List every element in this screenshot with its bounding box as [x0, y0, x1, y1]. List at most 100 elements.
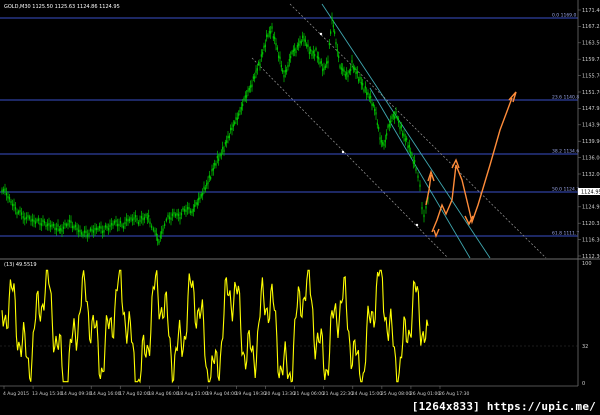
candle-body	[258, 61, 260, 65]
candle-body	[330, 31, 332, 34]
candle-body	[421, 206, 423, 210]
candle-body	[380, 140, 382, 143]
candle-body	[371, 103, 373, 106]
candle-body	[107, 227, 110, 231]
candle-body	[291, 51, 293, 54]
time-tick-label: 19 Aug 04:00	[206, 391, 236, 397]
candle-body	[191, 211, 193, 214]
candle-body	[324, 65, 326, 69]
candle-body	[124, 221, 126, 225]
candle-body	[306, 44, 308, 47]
candle-body	[127, 219, 129, 222]
candle-body	[152, 228, 154, 231]
price-tick-label: 1143.90	[582, 123, 600, 129]
candle-body	[350, 68, 352, 72]
candle-body	[227, 135, 229, 139]
candle-body	[275, 43, 277, 46]
candle-body	[419, 184, 421, 187]
candle-body	[256, 68, 258, 71]
candle-body	[402, 133, 404, 136]
chart-canvas[interactable]: GOLD,M30 1125.50 1125.63 1124.86 1124.95…	[0, 0, 600, 415]
time-axis: 4 Aug 2015 13 Aug 15:3014 Aug 09:3014 Aug…	[3, 386, 469, 397]
candle-body	[328, 42, 330, 46]
candle-body	[367, 92, 369, 95]
candle-body	[239, 109, 241, 113]
candle-body	[410, 151, 412, 154]
candle-body	[61, 229, 63, 232]
candle-body	[145, 214, 147, 217]
candle-body	[121, 224, 123, 227]
candle-body	[351, 60, 353, 63]
candle-body	[45, 224, 47, 228]
candle-body	[340, 67, 342, 70]
candle-body	[207, 181, 209, 184]
candle-body	[327, 60, 329, 64]
candle-body	[244, 95, 246, 98]
candle-body	[167, 214, 169, 218]
candle-body	[165, 218, 167, 222]
candle-body	[408, 144, 410, 148]
candle-body	[288, 58, 290, 62]
candle-body	[359, 76, 361, 80]
candle-body	[226, 140, 228, 143]
time-tick-label: 4 Aug 2015	[3, 391, 29, 397]
candle-body	[157, 238, 159, 241]
candle-body	[370, 95, 372, 99]
candle-body	[131, 218, 134, 222]
candle-body	[271, 26, 273, 29]
candle-body	[228, 135, 230, 138]
candle-body	[125, 218, 128, 221]
candle-body	[255, 70, 257, 73]
candle-body	[52, 223, 55, 227]
candle-body	[396, 116, 398, 120]
candle-body	[51, 224, 53, 227]
candle-body	[294, 48, 296, 51]
candle-body	[334, 31, 336, 34]
candle-body	[352, 67, 354, 70]
candle-body	[326, 61, 328, 64]
candle-body	[243, 98, 245, 101]
candle-body	[203, 186, 205, 189]
candle-body	[250, 85, 252, 88]
candle-body	[296, 45, 298, 48]
candle-body	[46, 223, 49, 227]
candle-body	[119, 220, 122, 224]
price-tick-label: 1171.40	[582, 8, 600, 14]
candle-body	[158, 240, 160, 244]
price-tick-label: 1159.75	[582, 57, 600, 63]
candle-body	[354, 67, 356, 71]
candle-body	[198, 197, 200, 201]
candle-body	[360, 82, 362, 85]
candle-body	[311, 53, 313, 56]
candle-body	[236, 117, 238, 121]
candle-body	[155, 233, 157, 236]
candle-body	[263, 45, 265, 49]
time-tick-label: 14 Aug 09:30	[61, 391, 91, 397]
candle-body	[223, 149, 225, 152]
time-tick-label: 19 Aug 19:30	[236, 391, 266, 397]
candle-body	[194, 204, 196, 208]
candle-body	[92, 230, 95, 233]
oscillator-axis: 100 32 0	[582, 261, 592, 387]
candle-body	[142, 217, 144, 221]
candle-body	[200, 194, 202, 197]
candle-body	[94, 227, 96, 231]
candle-body	[348, 70, 350, 73]
candle-body	[342, 68, 344, 71]
candle-body	[335, 42, 337, 45]
candle-body	[10, 200, 12, 204]
candle-body	[164, 223, 166, 226]
candle-body	[70, 220, 72, 223]
candle-body	[355, 71, 357, 75]
oscillator-pane[interactable]	[0, 269, 578, 384]
time-tick-label: 26 Aug 17:30	[439, 391, 469, 397]
main-chart-area[interactable]	[0, 0, 578, 258]
candle-body	[67, 223, 69, 226]
oscillator-line	[1, 269, 429, 384]
candle-body	[214, 163, 216, 166]
candle-body	[49, 224, 52, 228]
candle-body	[391, 116, 393, 119]
candle-body	[316, 55, 318, 59]
candle-body	[295, 50, 297, 54]
candle-body	[267, 34, 269, 37]
